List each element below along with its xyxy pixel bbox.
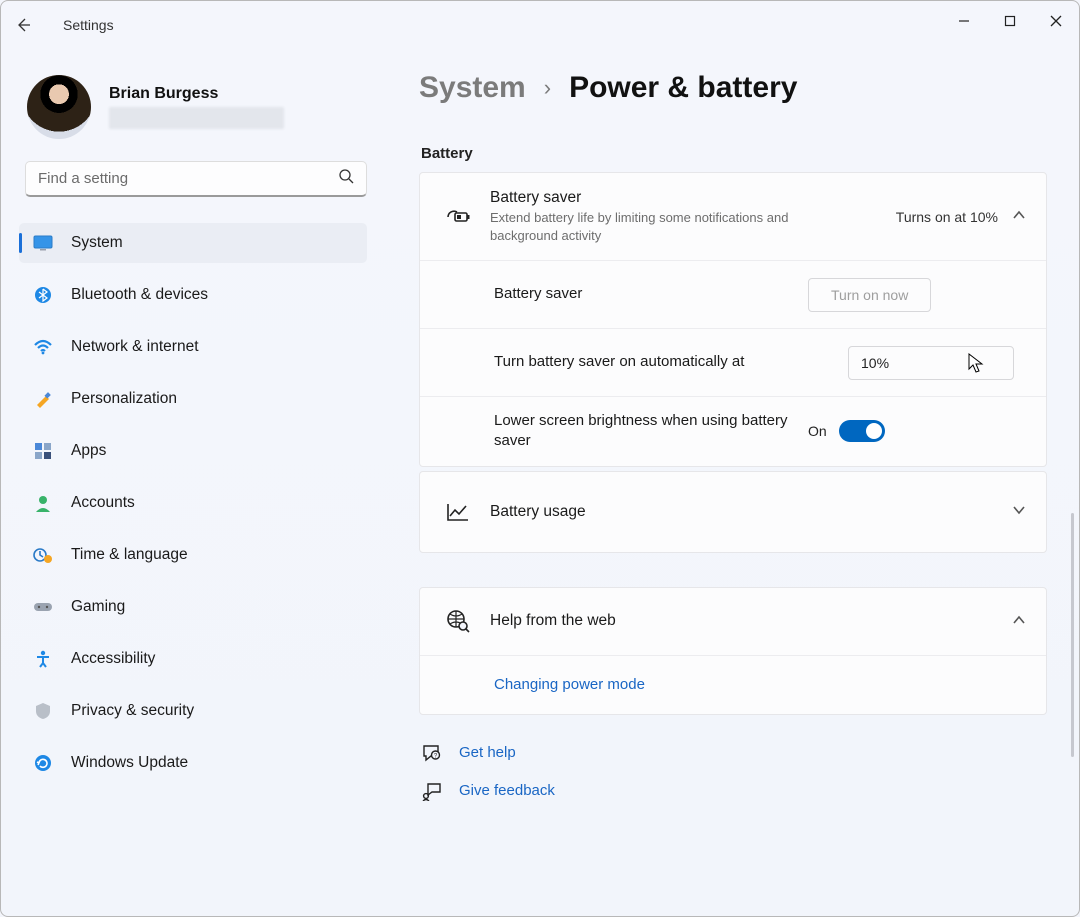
brightness-toggle[interactable] [839, 420, 885, 442]
nav-bluetooth[interactable]: Bluetooth & devices [19, 275, 367, 315]
nav-list: System Bluetooth & devices Network & int… [19, 223, 367, 783]
close-button[interactable] [1033, 1, 1079, 41]
get-help-link[interactable]: ? Get help [421, 743, 1061, 763]
battery-saver-toggle-row: Battery saver Turn on now [420, 261, 1046, 329]
sub-label: Lower screen brightness when using batte… [494, 411, 794, 452]
sub-label: Battery saver [494, 284, 794, 304]
help-icon: ? [421, 743, 443, 763]
nav-label: System [71, 234, 123, 252]
link-label: Give feedback [459, 782, 555, 799]
nav-time-language[interactable]: Time & language [19, 535, 367, 575]
give-feedback-link[interactable]: Give feedback [421, 781, 1061, 801]
nav-apps[interactable]: Apps [19, 431, 367, 471]
nav-label: Gaming [71, 598, 125, 616]
maximize-button[interactable] [987, 1, 1033, 41]
scrollbar-thumb[interactable] [1071, 513, 1074, 757]
chevron-up-icon [1012, 208, 1026, 225]
link-label: Get help [459, 744, 516, 761]
footer-links: ? Get help Give feedback [421, 743, 1061, 801]
nav-gaming[interactable]: Gaming [19, 587, 367, 627]
person-icon [33, 494, 53, 512]
avatar [27, 75, 91, 139]
bluetooth-icon [33, 286, 53, 304]
nav-personalization[interactable]: Personalization [19, 379, 367, 419]
nav-system[interactable]: System [19, 223, 367, 263]
update-icon [33, 754, 53, 772]
nav-accounts[interactable]: Accounts [19, 483, 367, 523]
battery-saver-header-row[interactable]: Battery saver Extend battery life by lim… [420, 173, 1046, 261]
battery-saver-status: Turns on at 10% [896, 209, 998, 225]
globe-search-icon [440, 609, 476, 633]
wifi-icon [33, 339, 53, 355]
nav-label: Privacy & security [71, 702, 194, 720]
row-subtitle: Extend battery life by limiting some not… [490, 209, 830, 244]
nav-label: Apps [71, 442, 106, 460]
nav-privacy[interactable]: Privacy & security [19, 691, 367, 731]
back-button[interactable] [1, 1, 45, 49]
shield-icon [33, 702, 53, 720]
sidebar: Brian Burgess System Bluetooth & devices… [1, 61, 396, 916]
search-box[interactable] [25, 161, 367, 197]
nav-label: Windows Update [71, 754, 188, 772]
chevron-down-icon [1012, 503, 1026, 520]
profile-block[interactable]: Brian Burgess [27, 75, 396, 139]
turn-on-now-button[interactable]: Turn on now [808, 278, 931, 312]
window-title: Settings [63, 17, 114, 33]
search-input[interactable] [36, 169, 338, 188]
row-title: Help from the web [490, 612, 998, 630]
threshold-dropdown[interactable]: 10% [848, 346, 1014, 380]
nav-network[interactable]: Network & internet [19, 327, 367, 367]
titlebar: Settings [1, 1, 1079, 49]
sub-label: Turn battery saver on automatically at [494, 352, 834, 372]
battery-saver-card: Battery saver Extend battery life by lim… [419, 172, 1047, 467]
breadcrumb-parent[interactable]: System [419, 71, 526, 105]
nav-label: Personalization [71, 390, 177, 408]
nav-label: Bluetooth & devices [71, 286, 208, 304]
nav-windows-update[interactable]: Windows Update [19, 743, 367, 783]
username: Brian Burgess [109, 85, 284, 103]
gamepad-icon [33, 600, 53, 614]
auto-on-threshold-row: Turn battery saver on automatically at 1… [420, 329, 1046, 397]
minimize-button[interactable] [941, 1, 987, 41]
breadcrumb: System › Power & battery [419, 71, 1061, 105]
nav-label: Accessibility [71, 650, 155, 668]
toggle-state-label: On [808, 423, 827, 439]
nav-label: Accounts [71, 494, 135, 512]
search-icon [338, 168, 356, 189]
nav-label: Network & internet [71, 338, 199, 356]
apps-icon [33, 442, 53, 460]
arrow-left-icon [15, 17, 31, 33]
chart-icon [440, 502, 476, 522]
close-icon [1050, 15, 1062, 27]
maximize-icon [1004, 15, 1016, 27]
dropdown-value: 10% [861, 355, 889, 371]
battery-saver-icon [440, 208, 476, 226]
system-icon [33, 235, 53, 251]
brush-icon [33, 390, 53, 408]
help-link-power-mode[interactable]: Changing power mode [494, 676, 645, 693]
section-header-battery: Battery [421, 145, 1061, 162]
window-controls [941, 1, 1079, 41]
row-title: Battery saver [490, 189, 882, 207]
help-card: Help from the web Changing power mode [419, 587, 1047, 715]
nav-label: Time & language [71, 546, 188, 564]
main-content: System › Power & battery Battery Battery… [419, 71, 1061, 916]
feedback-icon [421, 781, 443, 801]
chevron-right-icon: › [544, 75, 551, 101]
chevron-up-icon [1012, 613, 1026, 630]
email-blurred [109, 107, 284, 129]
lower-brightness-row: Lower screen brightness when using batte… [420, 397, 1046, 466]
minimize-icon [958, 15, 970, 27]
clock-globe-icon [33, 546, 53, 564]
battery-usage-card[interactable]: Battery usage [419, 471, 1047, 553]
row-title: Battery usage [490, 503, 998, 521]
nav-accessibility[interactable]: Accessibility [19, 639, 367, 679]
breadcrumb-current: Power & battery [569, 71, 797, 105]
help-header-row[interactable]: Help from the web [420, 588, 1046, 656]
accessibility-icon [33, 650, 53, 668]
